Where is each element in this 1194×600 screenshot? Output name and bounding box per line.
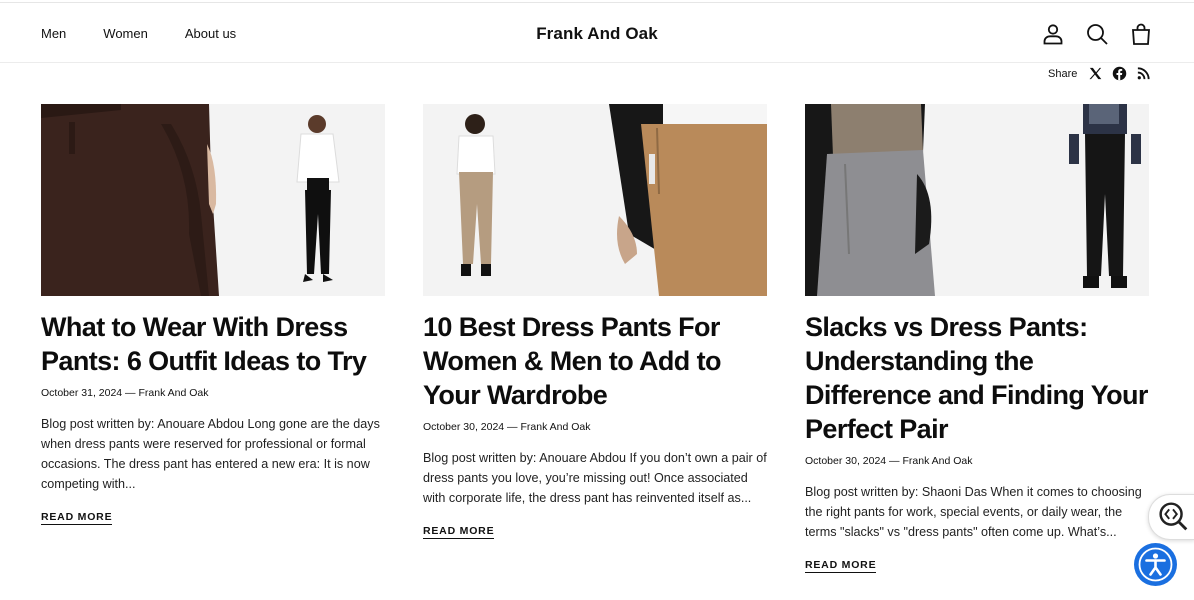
account-icon[interactable] <box>1041 22 1065 46</box>
post-image[interactable] <box>805 104 1149 296</box>
header-actions <box>1041 22 1153 46</box>
post-excerpt: Blog post written by: Anouare Abdou If y… <box>423 451 767 505</box>
x-icon[interactable] <box>1088 66 1103 81</box>
blog-card: What to Wear With Dress Pants: 6 Outfit … <box>41 104 385 525</box>
read-more-link[interactable]: READ MORE <box>805 559 877 573</box>
accessibility-button[interactable] <box>1134 543 1177 586</box>
rss-icon[interactable] <box>1136 66 1151 81</box>
share-bar: Share <box>1048 66 1151 81</box>
post-title[interactable]: 10 Best Dress Pants For Women & Men to A… <box>423 310 767 412</box>
post-title[interactable]: What to Wear With Dress Pants: 6 Outfit … <box>41 310 385 378</box>
bag-icon[interactable] <box>1129 22 1153 46</box>
read-more-link[interactable]: READ MORE <box>423 525 495 539</box>
post-image[interactable] <box>423 104 767 296</box>
blog-card: 10 Best Dress Pants For Women & Men to A… <box>423 104 767 539</box>
facebook-icon[interactable] <box>1112 66 1127 81</box>
site-header: Men Women About us Frank And Oak <box>0 2 1194 63</box>
blog-card: Slacks vs Dress Pants: Understanding the… <box>805 104 1149 573</box>
site-logo[interactable]: Frank And Oak <box>0 24 1194 44</box>
post-meta: October 30, 2024 — Frank And Oak <box>805 455 973 467</box>
post-excerpt: Blog post written by: Shaoni Das When it… <box>805 485 1142 539</box>
search-icon[interactable] <box>1085 22 1109 46</box>
post-image[interactable] <box>41 104 385 296</box>
share-label: Share <box>1048 67 1078 80</box>
post-meta: October 31, 2024 — Frank And Oak <box>41 387 209 399</box>
reader-view-button[interactable] <box>1148 494 1194 540</box>
post-excerpt: Blog post written by: Anouare Abdou Long… <box>41 417 380 491</box>
post-title[interactable]: Slacks vs Dress Pants: Understanding the… <box>805 310 1149 446</box>
read-more-link[interactable]: READ MORE <box>41 511 113 525</box>
post-meta: October 30, 2024 — Frank And Oak <box>423 421 591 433</box>
reader-view-icon <box>1159 502 1188 531</box>
accessibility-icon <box>1138 547 1173 582</box>
